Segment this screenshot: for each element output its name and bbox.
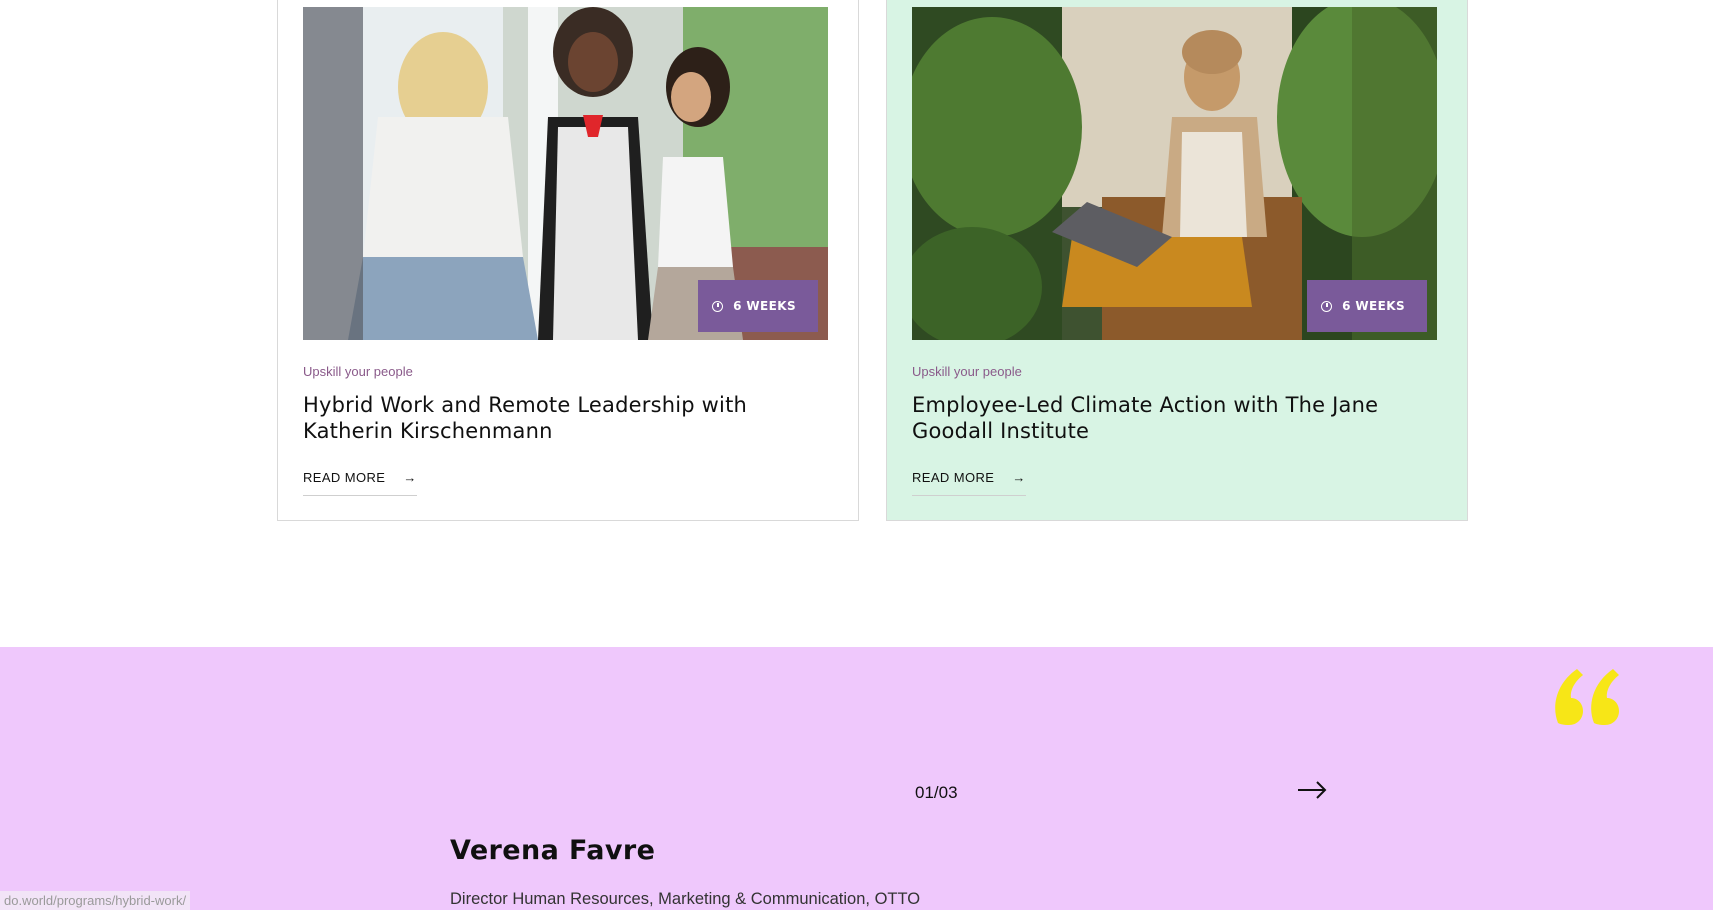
arrow-right-icon: → — [1012, 470, 1026, 485]
program-category: Upskill your people — [912, 364, 1022, 379]
program-category: Upskill your people — [303, 364, 413, 379]
duration-badge: 6 WEEKS — [698, 280, 818, 332]
program-image-team-conversation[interactable]: 6 WEEKS — [303, 7, 828, 340]
slide-counter: 01/03 — [915, 783, 958, 802]
duration-label: 6 WEEKS — [733, 299, 796, 313]
testimonial-section: 01/03 Verena Favre Director Human Resour… — [0, 647, 1713, 910]
clock-icon — [712, 300, 724, 312]
testimonial-author-name: Verena Favre — [450, 835, 656, 866]
read-more-label: READ MORE — [912, 470, 995, 485]
read-more-link[interactable]: READ MORE → — [303, 470, 417, 496]
next-slide-button[interactable] — [1295, 772, 1329, 808]
arrow-right-icon: → — [403, 470, 417, 485]
read-more-link[interactable]: READ MORE → — [912, 470, 1026, 496]
read-more-label: READ MORE — [303, 470, 386, 485]
program-card-climate-action[interactable]: 6 WEEKS Upskill your people Employee-Led… — [886, 0, 1468, 521]
program-title[interactable]: Hybrid Work and Remote Leadership with K… — [303, 392, 823, 444]
clock-icon — [1321, 300, 1333, 312]
testimonial-author-role: Director Human Resources, Marketing & Co… — [450, 890, 921, 908]
program-card-hybrid-work[interactable]: 6 WEEKS Upskill your people Hybrid Work … — [277, 0, 859, 521]
program-image-woman-laptop[interactable]: 6 WEEKS — [912, 7, 1437, 340]
status-bar-url: do.world/programs/hybrid-work/ — [0, 891, 191, 910]
duration-label: 6 WEEKS — [1342, 299, 1405, 313]
quote-icon — [1555, 669, 1619, 725]
arrow-right-icon — [1298, 781, 1327, 799]
program-title[interactable]: Employee-Led Climate Action with The Jan… — [912, 392, 1432, 444]
duration-badge: 6 WEEKS — [1307, 280, 1427, 332]
